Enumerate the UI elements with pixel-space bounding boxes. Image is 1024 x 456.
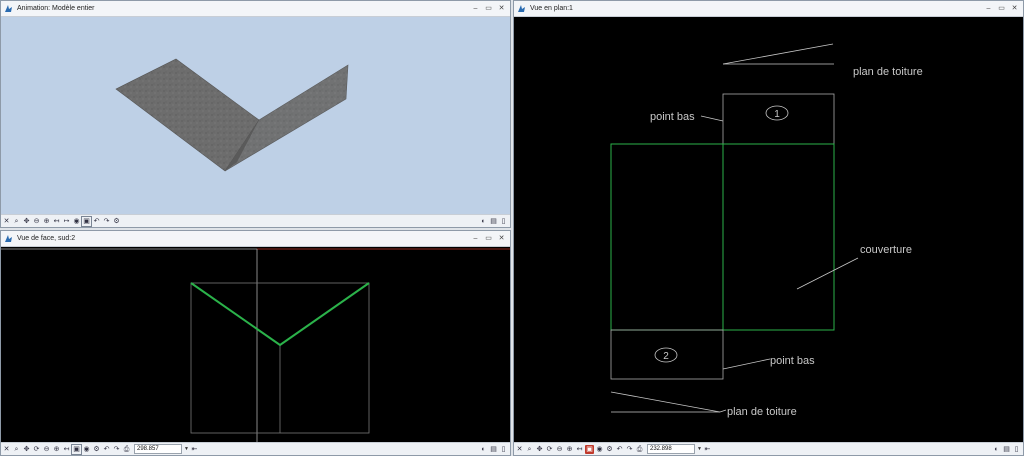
zoom-out-icon[interactable]: ⊖ — [32, 217, 41, 226]
cross-icon[interactable]: ✕ — [2, 445, 11, 454]
layers-icon[interactable]: ▤ — [1002, 445, 1011, 454]
plan-drawing: plan de toiture 1 point bas couverture 2… — [610, 43, 923, 418]
zoom-icon[interactable]: ⌕ — [12, 445, 21, 454]
animation-toolbar: ✕ ⌕ ✥ ⊖ ⊕ ↤ ↦ ◉ ▣ ↶ ↷ ⚙ ◐ ▤ ▯ — [1, 214, 510, 227]
minimize-icon[interactable]: – — [469, 232, 482, 245]
zoom-icon[interactable]: ⌕ — [12, 217, 21, 226]
pan-icon[interactable]: ✥ — [535, 445, 544, 454]
window-title: Animation: Modèle entier — [17, 5, 95, 12]
zoom-in-icon[interactable]: ⊕ — [565, 445, 574, 454]
minimize-icon[interactable]: – — [469, 2, 482, 15]
front-drawing — [1, 248, 510, 445]
label-low-point-bottom: point bas — [770, 355, 815, 367]
scale-input[interactable]: 232.898 — [647, 444, 695, 454]
roof-profile — [190, 282, 370, 347]
label-low-point-top: point bas — [650, 111, 695, 123]
app-icon — [517, 4, 526, 13]
label-roof-plane-bottom: plan de toiture — [727, 406, 797, 418]
rotate-icon[interactable]: ⟳ — [32, 445, 41, 454]
app-icon — [4, 4, 13, 13]
plan-view-titlebar[interactable]: Vue en plan:1 – ▭ ✕ — [514, 1, 1023, 17]
cross-icon[interactable]: ✕ — [515, 445, 524, 454]
zoom-in-icon[interactable]: ⊕ — [52, 445, 61, 454]
layers-icon[interactable]: ▤ — [489, 217, 498, 226]
previous-view-icon[interactable]: ↤ — [52, 217, 61, 226]
display-icon[interactable]: ◐ — [992, 445, 1001, 454]
undo-icon[interactable]: ↶ — [92, 217, 101, 226]
front-toolbar: ✕ ⌕ ✥ ⟳ ⊖ ⊕ ↤ ▣ ◉ ⚙ ↶ ↷ ⎙ 298.857 ▼ ⇤ ◐ … — [1, 442, 510, 455]
settings-icon[interactable]: ⚙ — [112, 217, 121, 226]
label-roof-plane-top: plan de toiture — [853, 66, 923, 78]
restore-icon[interactable]: ▭ — [482, 232, 495, 245]
svg-text:1: 1 — [774, 109, 780, 120]
zoom-icon[interactable]: ⌕ — [525, 445, 534, 454]
display-icon[interactable]: ◐ — [479, 445, 488, 454]
previous-view-icon[interactable]: ↤ — [62, 445, 71, 454]
page-icon[interactable]: ▯ — [1012, 445, 1021, 454]
print-icon[interactable]: ⎙ — [122, 445, 131, 454]
animation-titlebar[interactable]: Animation: Modèle entier – ▭ ✕ — [1, 1, 510, 17]
cross-icon[interactable]: ✕ — [2, 217, 11, 226]
settings-icon[interactable]: ⚙ — [92, 445, 101, 454]
next-view-icon[interactable]: ↦ — [62, 217, 71, 226]
label-covering: couverture — [860, 244, 912, 256]
scale-input[interactable]: 298.857 — [134, 444, 182, 454]
front-view-window: Vue de face, sud:2 – ▭ ✕ ✕ ⌕ ✥ ⟳ ⊖ ⊕ ↤ ▣… — [0, 230, 511, 456]
window-title: Vue en plan:1 — [530, 5, 573, 12]
minimize-icon[interactable]: – — [982, 2, 995, 15]
plan-viewport[interactable]: plan de toiture 1 point bas couverture 2… — [514, 17, 1023, 443]
zoom-in-icon[interactable]: ⊕ — [42, 217, 51, 226]
plan-view-window: Vue en plan:1 – ▭ ✕ plan de toiture 1 po… — [513, 0, 1024, 456]
rotate-icon[interactable]: ⟳ — [545, 445, 554, 454]
close-icon[interactable]: ✕ — [1008, 2, 1021, 15]
eye-icon[interactable]: ◉ — [72, 217, 81, 226]
redo-icon[interactable]: ↷ — [625, 445, 634, 454]
animation-window: Animation: Modèle entier – ▭ ✕ ✕ ⌕ ✥ ⊖ ⊕… — [0, 0, 511, 228]
settings-icon[interactable]: ⚙ — [605, 445, 614, 454]
svg-text:2: 2 — [663, 351, 669, 362]
zoom-out-icon[interactable]: ⊖ — [555, 445, 564, 454]
chevron-down-icon[interactable]: ▼ — [184, 446, 189, 452]
redo-icon[interactable]: ↷ — [112, 445, 121, 454]
pan-icon[interactable]: ✥ — [22, 217, 31, 226]
layers-icon[interactable]: ▤ — [489, 445, 498, 454]
page-icon[interactable]: ▯ — [499, 217, 508, 226]
page-icon[interactable]: ▯ — [499, 445, 508, 454]
display-icon[interactable]: ◐ — [479, 217, 488, 226]
close-icon[interactable]: ✕ — [495, 232, 508, 245]
close-icon[interactable]: ✕ — [495, 2, 508, 15]
arrow-icon[interactable]: ⇤ — [190, 445, 199, 454]
previous-view-icon[interactable]: ↤ — [575, 445, 584, 454]
eye-icon[interactable]: ◉ — [595, 445, 604, 454]
arrow-icon[interactable]: ⇤ — [703, 445, 712, 454]
zoom-out-icon[interactable]: ⊖ — [42, 445, 51, 454]
app-icon — [4, 234, 13, 243]
frame-icon[interactable]: ▣ — [585, 444, 594, 454]
camera-icon[interactable]: ▣ — [81, 215, 92, 227]
window-title: Vue de face, sud:2 — [17, 235, 76, 242]
pan-icon[interactable]: ✥ — [22, 445, 31, 454]
roof-3d-model — [115, 58, 349, 172]
undo-icon[interactable]: ↶ — [615, 445, 624, 454]
plan-toolbar: ✕ ⌕ ✥ ⟳ ⊖ ⊕ ↤ ▣ ◉ ⚙ ↶ ↷ ⎙ 232.898 ▼ ⇤ ◐ … — [514, 442, 1023, 455]
restore-icon[interactable]: ▭ — [995, 2, 1008, 15]
frame-icon[interactable]: ▣ — [71, 443, 82, 455]
eye-icon[interactable]: ◉ — [82, 445, 91, 454]
front-view-titlebar[interactable]: Vue de face, sud:2 – ▭ ✕ — [1, 231, 510, 247]
undo-icon[interactable]: ↶ — [102, 445, 111, 454]
redo-icon[interactable]: ↷ — [102, 217, 111, 226]
3d-viewport[interactable] — [1, 17, 510, 215]
print-icon[interactable]: ⎙ — [635, 445, 644, 454]
chevron-down-icon[interactable]: ▼ — [697, 446, 702, 452]
front-viewport[interactable] — [1, 247, 510, 445]
restore-icon[interactable]: ▭ — [482, 2, 495, 15]
